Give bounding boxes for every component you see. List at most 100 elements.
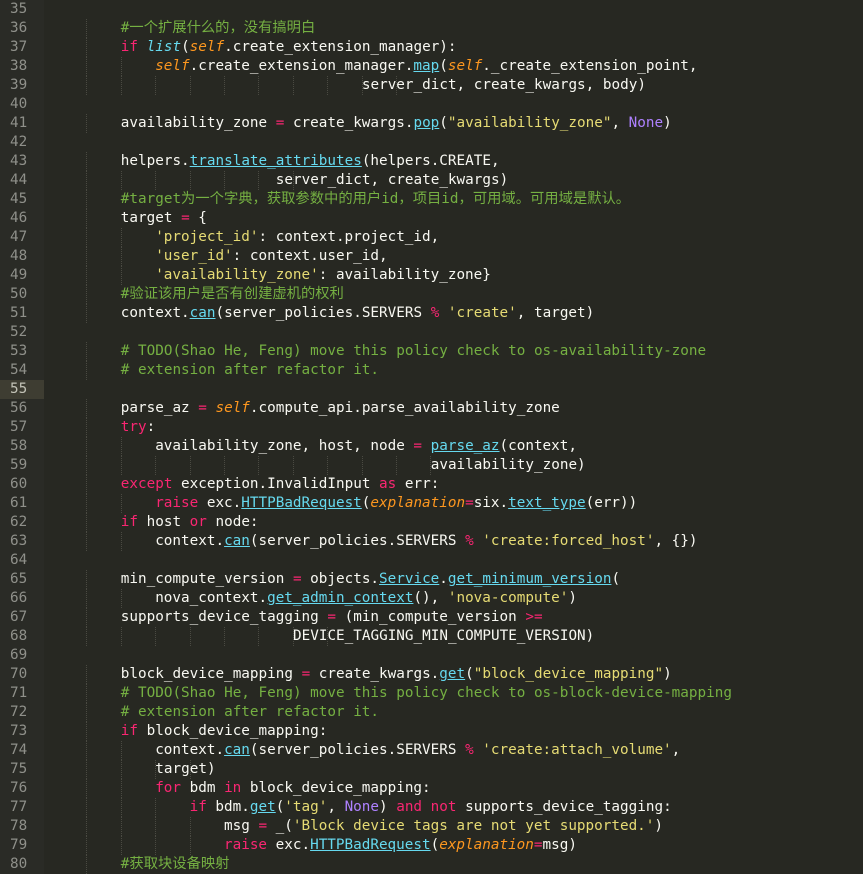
code-token: host (138, 514, 190, 530)
code-token: = (198, 400, 207, 416)
code-token: can (224, 742, 250, 758)
code-line[interactable]: 72 # extension after refactor it. (0, 703, 863, 722)
indent-guide (120, 57, 122, 76)
code-token: parse_az (430, 438, 500, 454)
indent-guide (120, 836, 122, 855)
code-line[interactable]: 69 (0, 646, 863, 665)
code-line[interactable]: 68 DEVICE_TAGGING_MIN_COMPUTE_VERSION) (0, 627, 863, 646)
code-line[interactable]: 48 'user_id': context.user_id, (0, 247, 863, 266)
code-line[interactable]: 70 block_device_mapping = create_kwargs.g… (0, 665, 863, 684)
code-line[interactable]: 51 context.can(server_policies.SERVERS % … (0, 304, 863, 323)
code-editor[interactable]: 35 36 #一个扩展什么的，没有搞明白 37 if list(self.create_… (0, 0, 863, 874)
code-token: .create_extension_manager): (224, 39, 457, 55)
code-token: if (120, 723, 139, 739)
code-token: explanation (439, 837, 534, 853)
code-line[interactable]: 46 target = { (0, 209, 863, 228)
code-line[interactable]: 74 context.can(server_policies.SERVERS % … (0, 741, 863, 760)
code-line[interactable]: 47 'project_id': context.project_id, (0, 228, 863, 247)
code-line[interactable]: 61 raise exc.HTTPBadRequest(explanation=s… (0, 494, 863, 513)
line-number: 46 (0, 209, 44, 228)
indent-guide (86, 836, 88, 855)
code-line[interactable]: 66 nova_context.get_admin_context(), 'nov… (0, 589, 863, 608)
indent-guide (86, 304, 88, 323)
code-line[interactable]: 77 if bdm.get('tag', None) and not suppor… (0, 798, 863, 817)
code-token: ( (275, 799, 285, 815)
code-line[interactable]: 45 #target为一个字典，获取参数中的用户id，项目id，可用域。可用域是默… (0, 190, 863, 209)
code-line[interactable]: 43 helpers.translate_attributes(helpers.C… (0, 152, 863, 171)
code-line[interactable]: 35 (0, 0, 863, 19)
code-line[interactable]: 54 # extension after refactor it. (0, 361, 863, 380)
code-line[interactable]: 36 #一个扩展什么的，没有搞明白 (0, 19, 863, 38)
code-line[interactable]: 56 parse_az = self.compute_api.parse_avai… (0, 399, 863, 418)
code-line[interactable]: 64 (0, 551, 863, 570)
code-line[interactable]: 37 if list(self.create_extension_manager)… (0, 38, 863, 57)
code-line[interactable]: 41 availability_zone = create_kwargs.pop(… (0, 114, 863, 133)
code-token: self (155, 58, 190, 74)
code-line[interactable]: 44 server_dict, create_kwargs) (0, 171, 863, 190)
code-line[interactable]: 55 (0, 380, 863, 399)
indent-guide (120, 589, 122, 608)
code-token: = (301, 666, 311, 682)
code-token: six. (473, 495, 509, 511)
code-line[interactable]: 63 context.can(server_policies.SERVERS % … (0, 532, 863, 551)
code-line[interactable]: 58 availability_zone, host, node = parse_… (0, 437, 863, 456)
code-token: self (189, 39, 225, 55)
indent-guide (120, 798, 122, 817)
code-token: context. (155, 533, 225, 549)
code-line[interactable]: 67 supports_device_tagging = (min_compute… (0, 608, 863, 627)
code-line[interactable]: 49 'availability_zone': availability_zone… (0, 266, 863, 285)
line-number: 77 (0, 798, 44, 817)
line-number: 54 (0, 361, 44, 380)
code-token: >= (525, 609, 543, 625)
code-line[interactable]: 42 (0, 133, 863, 152)
line-number: 78 (0, 817, 44, 836)
code-token: #target为一个字典，获取参数中的用户id，项目id，可用域。可用域是默认。 (120, 191, 631, 207)
indent-guide (86, 114, 88, 133)
code-line[interactable]: 71 # TODO(Shao He, Feng) move this policy… (0, 684, 863, 703)
code-text: nova_context.get_admin_context(), 'nova-… (155, 589, 577, 608)
code-line[interactable]: 40 (0, 95, 863, 114)
code-token: . (439, 571, 448, 587)
indent-guide (86, 798, 88, 817)
code-text: 'availability_zone': availability_zone} (155, 266, 491, 285)
code-token: 'create:attach_volume' (482, 742, 672, 758)
code-line[interactable]: 59 availability_zone) (0, 456, 863, 475)
code-line[interactable]: 76 for bdm in block_device_mapping: (0, 779, 863, 798)
code-line[interactable]: 50 #验证该用户是否有创建虚机的权利 (0, 285, 863, 304)
code-text: msg = _('Block device tags are not yet s… (224, 817, 663, 836)
line-number: 74 (0, 741, 44, 760)
code-line[interactable]: 52 (0, 323, 863, 342)
code-token: , (611, 115, 629, 131)
code-line[interactable]: 79 raise exc.HTTPBadRequest(explanation=m… (0, 836, 863, 855)
code-lines: 35 36 #一个扩展什么的，没有搞明白 37 if list(self.create_… (0, 0, 863, 874)
code-token: ( (611, 571, 621, 587)
indent-guide (86, 570, 88, 589)
line-number: 67 (0, 608, 44, 627)
code-token: 'create' (447, 305, 517, 321)
code-token: = (465, 495, 474, 511)
code-line[interactable]: 60 except exception.InvalidInput as err: (0, 475, 863, 494)
code-token: = (292, 571, 302, 587)
code-text: if host or node: (121, 513, 259, 532)
code-token: % (430, 305, 440, 321)
code-line[interactable]: 78 msg = _('Block device tags are not yet… (0, 817, 863, 836)
code-line[interactable]: 57 try: (0, 418, 863, 437)
line-number: 57 (0, 418, 44, 437)
code-line[interactable]: 65 min_compute_version = objects.Service.… (0, 570, 863, 589)
code-line[interactable]: 39 server_dict, create_kwargs, body) (0, 76, 863, 95)
code-line[interactable]: 53 # TODO(Shao He, Feng) move this policy… (0, 342, 863, 361)
line-number: 49 (0, 266, 44, 285)
code-line[interactable]: 75 target) (0, 760, 863, 779)
code-text: min_compute_version = objects.Service.ge… (121, 570, 620, 589)
code-line[interactable]: 73 if block_device_mapping: (0, 722, 863, 741)
code-token: = (533, 837, 543, 853)
line-number: 53 (0, 342, 44, 361)
code-line[interactable]: 62 if host or node: (0, 513, 863, 532)
code-text: context.can(server_policies.SERVERS % 'c… (121, 304, 594, 323)
code-line[interactable]: 38 self.create_extension_manager.map(self… (0, 57, 863, 76)
indent-guide (86, 57, 88, 76)
code-text: DEVICE_TAGGING_MIN_COMPUTE_VERSION) (52, 627, 594, 646)
code-token: # TODO(Shao He, Feng) move this policy c… (120, 343, 707, 359)
code-token: = (413, 438, 423, 454)
